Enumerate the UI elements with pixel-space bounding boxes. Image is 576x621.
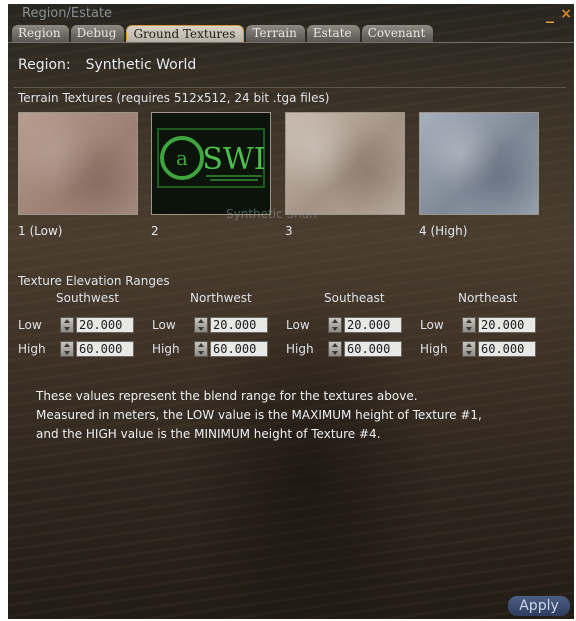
low-label: Low	[286, 318, 310, 332]
texture-swatch-4[interactable]	[419, 112, 539, 215]
texture-label-2: 2	[151, 224, 159, 238]
header-northwest: Northwest	[190, 291, 252, 305]
southeast-low-spinner[interactable]	[328, 317, 342, 333]
header-northeast: Northeast	[458, 291, 518, 305]
tab-covenant[interactable]: Covenant	[361, 25, 434, 42]
apply-button[interactable]: Apply	[508, 596, 570, 616]
swi-logo: a SWI	[152, 113, 270, 214]
southwest-high-spinner[interactable]	[60, 341, 74, 357]
texture-swatch-3[interactable]	[285, 112, 405, 215]
tab-bar: Region Debug Ground Textures Terrain Est…	[12, 25, 434, 42]
texture-label-4: 4 (High)	[419, 224, 468, 238]
texture-label-1: 1 (Low)	[18, 224, 63, 238]
minimize-icon[interactable]: _	[546, 4, 554, 23]
low-label: Low	[18, 318, 42, 332]
header-southwest: Southwest	[56, 291, 120, 305]
high-label: High	[18, 342, 46, 356]
southwest-high-input[interactable]: 60.000	[76, 341, 134, 357]
window-title: Region/Estate	[22, 6, 113, 21]
tab-region[interactable]: Region	[12, 25, 69, 42]
region-line: Region: Synthetic World	[18, 57, 196, 73]
header-southeast: Southeast	[324, 291, 385, 305]
southeast-high-spinner[interactable]	[328, 341, 342, 357]
svg-text:a: a	[176, 146, 188, 170]
watermark-text: Synthetic Shan	[226, 207, 317, 221]
region-estate-window: Region/Estate _ × Region Debug Ground Te…	[8, 4, 574, 619]
ground-textures-panel: Region: Synthetic World Terrain Textures…	[8, 42, 574, 619]
tab-ground-textures[interactable]: Ground Textures	[126, 25, 245, 42]
elevation-ranges-title: Texture Elevation Ranges	[18, 274, 170, 288]
southwest-low-input[interactable]: 20.000	[76, 317, 134, 333]
low-label: Low	[420, 318, 444, 332]
tab-estate[interactable]: Estate	[306, 25, 360, 42]
northeast-low-spinner[interactable]	[462, 317, 476, 333]
texture-swatch-1[interactable]	[18, 112, 138, 215]
low-label: Low	[152, 318, 176, 332]
southeast-low-input[interactable]: 20.000	[344, 317, 402, 333]
region-label: Region:	[18, 57, 71, 73]
northeast-high-spinner[interactable]	[462, 341, 476, 357]
divider	[14, 87, 566, 88]
terrain-textures-caption: Terrain Textures (requires 512x512, 24 b…	[18, 91, 330, 105]
southeast-high-input[interactable]: 60.000	[344, 341, 402, 357]
northwest-high-spinner[interactable]	[194, 341, 208, 357]
tab-terrain[interactable]: Terrain	[246, 25, 305, 42]
northwest-low-input[interactable]: 20.000	[210, 317, 268, 333]
high-label: High	[420, 342, 448, 356]
note-line-1: These values represent the blend range f…	[36, 389, 418, 403]
northwest-high-input[interactable]: 60.000	[210, 341, 268, 357]
region-name: Synthetic World	[85, 57, 197, 73]
southwest-low-spinner[interactable]	[60, 317, 74, 333]
northwest-low-spinner[interactable]	[194, 317, 208, 333]
note-line-3: and the HIGH value is the MINIMUM height…	[36, 427, 381, 441]
note-line-2: Measured in meters, the LOW value is the…	[36, 408, 482, 422]
northeast-low-input[interactable]: 20.000	[478, 317, 536, 333]
northeast-high-input[interactable]: 60.000	[478, 341, 536, 357]
close-icon[interactable]: ×	[560, 6, 572, 22]
high-label: High	[152, 342, 180, 356]
tab-debug[interactable]: Debug	[70, 25, 125, 42]
swi-logo-text: SWI	[202, 142, 265, 177]
texture-label-3: 3	[285, 224, 293, 238]
texture-swatch-2[interactable]: a SWI	[151, 112, 271, 215]
high-label: High	[286, 342, 314, 356]
